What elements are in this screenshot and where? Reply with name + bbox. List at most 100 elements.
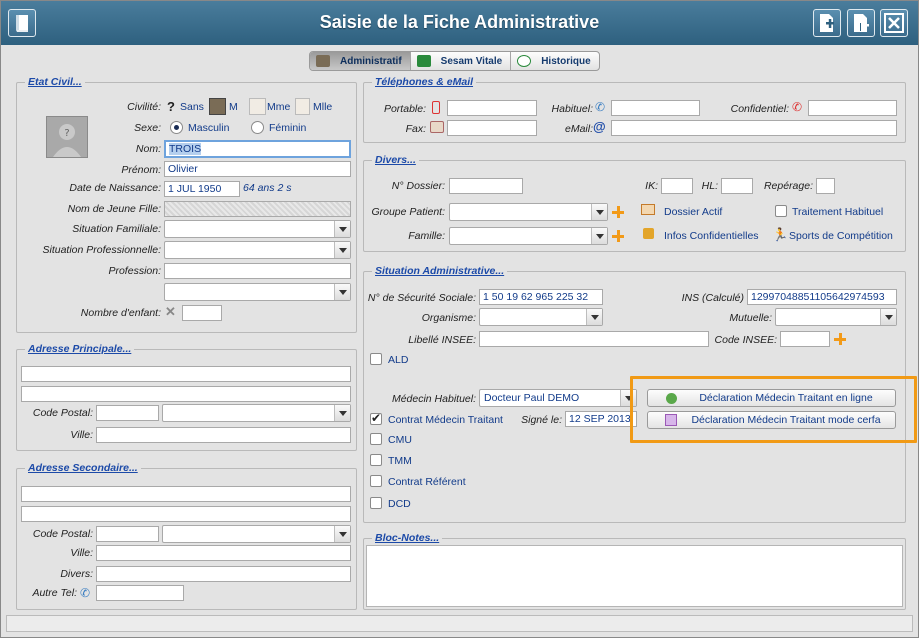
traitement-habituel-label: Traitement Habituel: [792, 206, 884, 218]
bloc-notes-legend[interactable]: Bloc-Notes...: [372, 532, 443, 544]
tab-historique[interactable]: Historique: [511, 52, 598, 70]
close-icon[interactable]: [880, 9, 908, 37]
email-input[interactable]: [611, 120, 897, 136]
civilite-mme[interactable]: Mme: [267, 101, 290, 113]
question-icon[interactable]: ?: [167, 99, 175, 114]
medecin-select[interactable]: Docteur Paul DEMO: [479, 389, 637, 407]
code-postal-input[interactable]: [96, 405, 159, 421]
libelle-insee-input[interactable]: [479, 331, 709, 347]
dossier-label: N° Dossier:: [391, 180, 445, 192]
tmm-checkbox[interactable]: [370, 454, 382, 466]
organisme-select[interactable]: [479, 308, 603, 326]
sports-competition-link[interactable]: Sports de Compétition: [789, 230, 893, 242]
ins-input[interactable]: 12997048851105642974593: [747, 289, 897, 305]
bloc-notes-textarea[interactable]: [366, 545, 903, 607]
ald-label: ALD: [388, 354, 409, 366]
nom-input[interactable]: TROIS: [164, 140, 351, 158]
confidentiel-label: Confidentiel:: [730, 103, 789, 115]
adresse-principale-ligne1[interactable]: [21, 366, 351, 382]
dcd-checkbox[interactable]: [370, 497, 382, 509]
add-famille-icon[interactable]: [612, 230, 624, 242]
medecin-label: Médecin Habituel:: [391, 393, 476, 405]
ville-2-input[interactable]: [96, 545, 351, 561]
infos-confidentielles-link[interactable]: Infos Confidentielles: [664, 230, 759, 242]
code-postal-label: Code Postal:: [32, 407, 93, 419]
adresse-secondaire-legend[interactable]: Adresse Secondaire...: [25, 462, 141, 474]
add-groupe-icon[interactable]: [612, 206, 624, 218]
civilite-m[interactable]: M: [229, 101, 238, 113]
woman-icon[interactable]: [249, 98, 266, 115]
reperage-input[interactable]: [816, 178, 835, 194]
confidentiel-input[interactable]: [808, 100, 897, 116]
contrat-label: Contrat Médecin Traitant: [388, 414, 503, 426]
enfants-input[interactable]: [182, 305, 222, 321]
adresse-principale-legend[interactable]: Adresse Principale...: [25, 343, 135, 355]
situation-familiale-select[interactable]: [164, 220, 351, 238]
lock-icon: [643, 228, 654, 239]
signe-label: Signé le:: [521, 414, 562, 426]
famille-select[interactable]: [449, 227, 608, 245]
girl-icon[interactable]: [295, 98, 310, 115]
chevron-down-icon: [334, 221, 350, 237]
commune-2-select[interactable]: [162, 525, 351, 543]
traitement-habituel-checkbox[interactable]: [775, 205, 787, 217]
profession-select[interactable]: [164, 283, 351, 301]
naissance-input[interactable]: 1 JUL 1950: [164, 181, 240, 197]
contrat-checkbox[interactable]: [370, 411, 382, 425]
code-postal-2-input[interactable]: [96, 526, 159, 542]
portable-input[interactable]: [447, 100, 537, 116]
civilite-sans[interactable]: Sans: [180, 101, 204, 113]
profession-input[interactable]: [164, 263, 351, 279]
dossier-input[interactable]: [449, 178, 523, 194]
ville-input[interactable]: [96, 427, 351, 443]
fax-icon: [430, 121, 444, 133]
etat-civil-legend[interactable]: Etat Civil...: [25, 76, 85, 88]
cmu-checkbox[interactable]: [370, 433, 382, 445]
tab-sesam-vitale[interactable]: Sesam Vitale: [411, 52, 512, 70]
enfants-label: Nombre d'enfant:: [80, 307, 161, 319]
hl-label: HL:: [701, 180, 718, 192]
masculin-radio[interactable]: [170, 121, 183, 134]
chevron-down-icon: [334, 284, 350, 300]
mutuelle-select[interactable]: [775, 308, 897, 326]
clear-icon[interactable]: ✕: [165, 305, 177, 318]
window: Saisie de la Fiche Administrative Admini…: [0, 0, 919, 638]
ald-checkbox[interactable]: [370, 353, 382, 365]
new-document-icon[interactable]: [847, 9, 875, 37]
situation-pro-select[interactable]: [164, 241, 351, 259]
feminin-radio[interactable]: [251, 121, 264, 134]
dossier-actif-link[interactable]: Dossier Actif: [664, 206, 722, 218]
ville-label: Ville:: [70, 429, 93, 441]
libelle-insee-label: Libellé INSEE:: [408, 334, 476, 346]
secu-input[interactable]: 1 50 19 62 965 225 32: [479, 289, 603, 305]
add-insee-icon[interactable]: [834, 333, 846, 345]
divers-2-input[interactable]: [96, 566, 351, 582]
chevron-down-icon: [880, 309, 896, 325]
man-icon[interactable]: [209, 98, 226, 115]
commune-select[interactable]: [162, 404, 351, 422]
ik-input[interactable]: [661, 178, 693, 194]
adresse-secondaire-ligne2[interactable]: [21, 506, 351, 522]
tab-administratif[interactable]: Administratif: [310, 52, 411, 70]
fax-input[interactable]: [447, 120, 537, 136]
adresse-secondaire-ligne1[interactable]: [21, 486, 351, 502]
autre-tel-input[interactable]: [96, 585, 184, 601]
hl-input[interactable]: [721, 178, 753, 194]
habituel-input[interactable]: [611, 100, 700, 116]
mutuelle-label: Mutuelle:: [729, 312, 772, 324]
situation-admin-legend[interactable]: Situation Administrative...: [372, 265, 508, 277]
civilite-mlle[interactable]: Mlle: [313, 101, 332, 113]
autre-tel-label: Autre Tel:: [32, 587, 77, 599]
contrat-referent-checkbox[interactable]: [370, 475, 382, 487]
adresse-principale-ligne2[interactable]: [21, 386, 351, 402]
add-document-icon[interactable]: [813, 9, 841, 37]
dcd-label: DCD: [388, 498, 411, 510]
telephones-legend[interactable]: Téléphones & eMail: [372, 76, 477, 88]
tab-bar: Administratif Sesam Vitale Historique: [309, 51, 600, 71]
masculin-label: Masculin: [188, 122, 230, 134]
code-insee-input[interactable]: [780, 331, 830, 347]
signe-input[interactable]: 12 SEP 2013: [565, 411, 637, 427]
prenom-input[interactable]: Olivier: [164, 161, 351, 177]
divers-legend[interactable]: Divers...: [372, 154, 419, 166]
groupe-select[interactable]: [449, 203, 608, 221]
